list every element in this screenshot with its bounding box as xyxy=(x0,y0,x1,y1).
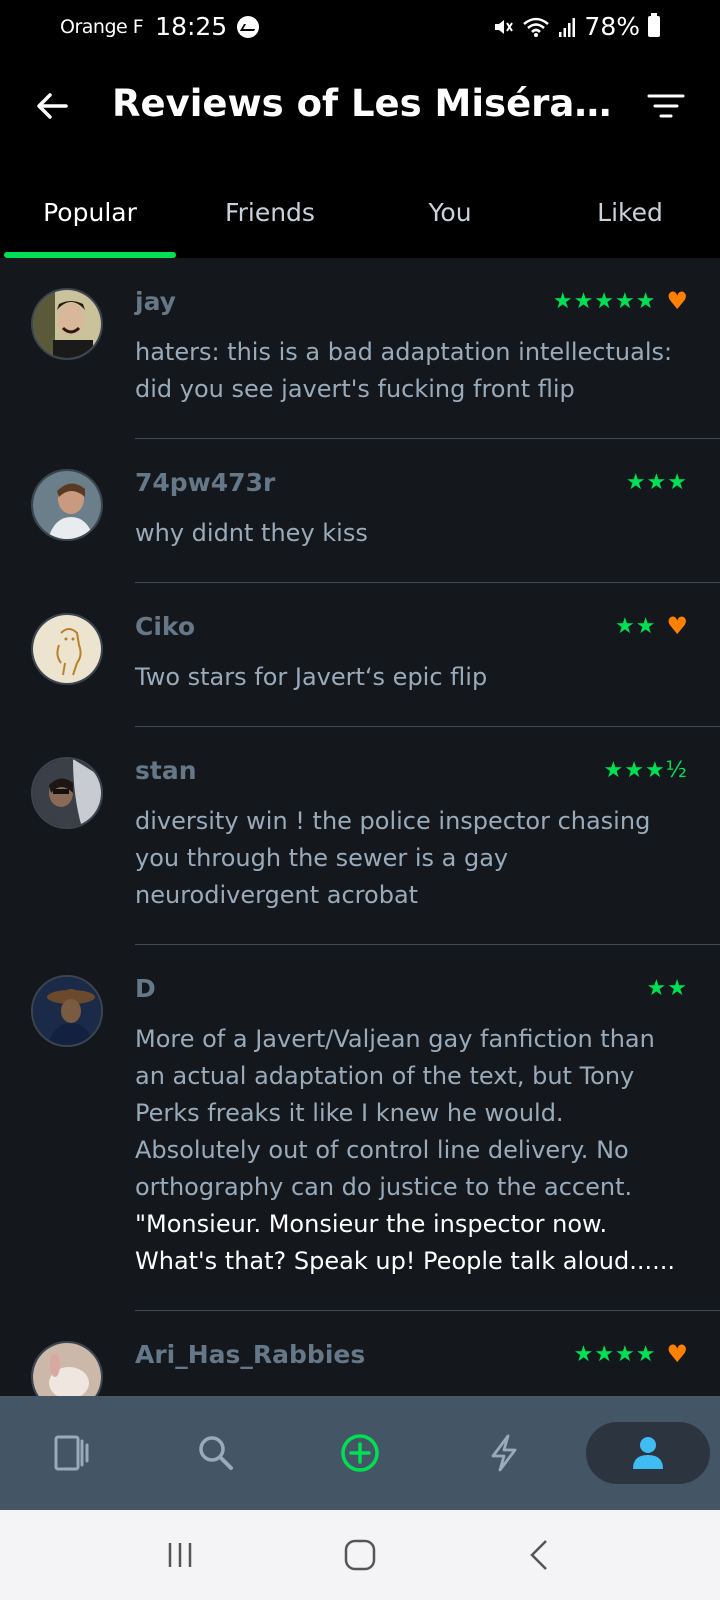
activity-icon xyxy=(491,1434,517,1472)
nav-films[interactable] xyxy=(0,1396,144,1510)
avatar[interactable] xyxy=(31,469,103,541)
review-text: haters: this is a bad adaptation intelle… xyxy=(135,338,673,403)
star-rating: ★★★★ xyxy=(573,1341,657,1367)
review-rating: ★★★½ xyxy=(604,758,689,783)
signal-icon xyxy=(559,17,576,37)
films-icon xyxy=(54,1435,89,1471)
review-username[interactable]: Ciko xyxy=(135,612,195,641)
system-nav-bar xyxy=(0,1510,720,1600)
review-rating: ★★ xyxy=(647,976,688,1001)
page-title: Reviews of Les Misérab... xyxy=(112,82,622,125)
recent-apps-icon[interactable] xyxy=(160,1535,200,1575)
battery-percent: 78% xyxy=(584,12,640,41)
review-item[interactable]: Ari_Has_Rabbies ★★★★ ♥ xyxy=(31,1311,720,1396)
review-list: jay ★★★★★ ♥ haters: this is a bad adapta… xyxy=(0,258,720,1396)
tab-friends[interactable]: Friends xyxy=(180,162,360,258)
avatar[interactable] xyxy=(31,757,103,829)
review-username[interactable]: stan xyxy=(135,756,197,785)
bottom-nav xyxy=(0,1396,720,1510)
status-left: Orange F 18:25 xyxy=(60,12,260,41)
home-icon[interactable] xyxy=(340,1535,380,1575)
review-text: why didnt they kiss xyxy=(135,519,368,547)
avatar[interactable] xyxy=(31,975,103,1047)
filter-icon[interactable] xyxy=(646,88,686,124)
wifi-icon xyxy=(523,17,550,37)
review-rating: ★★ ♥ xyxy=(615,612,688,640)
search-icon xyxy=(199,1436,233,1470)
avatar[interactable] xyxy=(31,1341,103,1396)
review-body: More of a Javert/Valjean gay fanfiction … xyxy=(135,1025,655,1201)
tab-bar: Popular Friends You Liked xyxy=(0,162,720,258)
review-rating: ★★★★ ♥ xyxy=(574,1340,688,1368)
status-right: 78% xyxy=(492,12,660,41)
tab-liked[interactable]: Liked xyxy=(540,162,720,258)
review-username[interactable]: 74pw473r xyxy=(135,468,275,497)
messenger-icon xyxy=(237,15,260,38)
avatar[interactable] xyxy=(31,613,103,685)
app-header: Reviews of Les Misérab... xyxy=(0,52,720,162)
star-rating: ★★★★★ xyxy=(552,288,657,314)
review-rating: ★★★★★ ♥ xyxy=(553,287,688,315)
review-username[interactable]: D xyxy=(135,974,156,1003)
review-username[interactable]: jay xyxy=(135,287,176,316)
nav-profile[interactable] xyxy=(576,1396,720,1510)
review-item[interactable]: Ciko ★★ ♥ Two stars for Javert‘s epic fl… xyxy=(31,583,720,727)
heart-icon: ♥ xyxy=(666,287,688,315)
star-rating: ★★★½ xyxy=(603,757,688,783)
battery-icon xyxy=(648,13,660,37)
review-item[interactable]: D ★★ More of a Javert/Valjean gay fanfic… xyxy=(31,945,720,1311)
review-text: More of a Javert/Valjean gay fanfiction … xyxy=(135,1021,688,1280)
review-rating: ★★★ xyxy=(626,470,688,495)
review-username[interactable]: Ari_Has_Rabbies xyxy=(135,1340,365,1369)
clock: 18:25 xyxy=(155,12,228,41)
review-item[interactable]: stan ★★★½ diversity win ! the police ins… xyxy=(31,727,720,945)
tab-popular[interactable]: Popular xyxy=(0,162,180,258)
profile-icon xyxy=(633,1437,663,1469)
review-text: diversity win ! the police inspector cha… xyxy=(135,807,651,909)
review-quote: "Monsieur. Monsieur the inspector now. W… xyxy=(135,1210,676,1275)
heart-icon: ♥ xyxy=(666,612,688,640)
back-button[interactable] xyxy=(30,84,74,128)
back-nav-icon[interactable] xyxy=(520,1535,560,1575)
status-bar: Orange F 18:25 78% xyxy=(0,0,720,52)
nav-search[interactable] xyxy=(144,1396,288,1510)
star-rating: ★★ xyxy=(615,613,657,639)
nav-add[interactable] xyxy=(288,1396,432,1510)
tab-you[interactable]: You xyxy=(360,162,540,258)
nav-activity[interactable] xyxy=(432,1396,576,1510)
star-rating: ★★★ xyxy=(625,469,688,495)
review-item[interactable]: 74pw473r ★★★ why didnt they kiss xyxy=(31,439,720,583)
star-rating: ★★ xyxy=(646,975,688,1001)
review-item[interactable]: jay ★★★★★ ♥ haters: this is a bad adapta… xyxy=(31,258,720,439)
review-text: Two stars for Javert‘s epic flip xyxy=(135,663,488,691)
carrier-label: Orange F xyxy=(60,15,144,38)
heart-icon: ♥ xyxy=(666,1340,688,1368)
mute-icon xyxy=(495,19,514,34)
avatar[interactable] xyxy=(31,288,103,360)
add-icon xyxy=(341,1434,379,1472)
